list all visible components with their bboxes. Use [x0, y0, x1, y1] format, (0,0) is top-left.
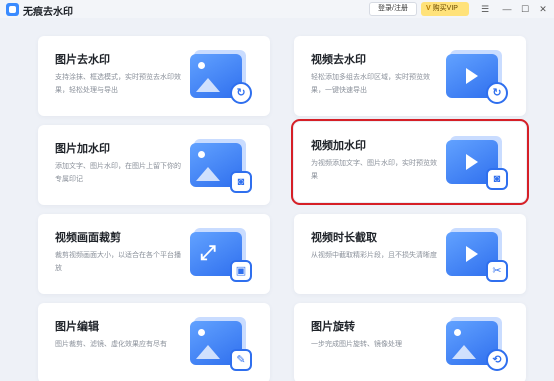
video-crop-icon: ⤢ ▣: [190, 224, 252, 282]
card-title: 视频去水印: [311, 54, 366, 66]
tool-card-video-crop[interactable]: 视频画面裁剪 裁剪视频画面大小，以适合在各个平台播放 ⤢ ▣: [38, 214, 270, 294]
maximize-icon[interactable]: ☐: [518, 2, 532, 16]
card-title: 图片去水印: [55, 54, 110, 66]
tool-card-image-edit[interactable]: 图片编辑 图片裁剪、滤镜、虚化效果应有尽有 ✎: [38, 303, 270, 381]
card-description: 图片裁剪、滤镜、虚化效果应有尽有: [55, 341, 167, 348]
card-title: 视频时长截取: [311, 232, 377, 244]
tool-card-image-add-watermark[interactable]: 图片加水印 添加文字、图片水印，在图片上留下你的专属印记 ◙: [38, 125, 270, 205]
image-remove-watermark-icon: ↻: [190, 46, 252, 104]
image-add-watermark-icon: ◙: [190, 135, 252, 193]
tool-card-image-rotate[interactable]: 图片旋转 一步完成图片旋转、镜像处理 ⟲: [294, 303, 526, 381]
close-icon[interactable]: ✕: [536, 2, 550, 16]
buy-vip-label: 购买VIP: [432, 5, 458, 12]
menu-icon[interactable]: ☰: [478, 2, 492, 16]
card-title: 图片旋转: [311, 321, 355, 333]
card-description: 裁剪视频画面大小，以适合在各个平台播放: [55, 252, 181, 272]
minimize-icon[interactable]: —: [500, 2, 514, 16]
card-description: 轻松添加多组去水印区域，实时预览效果，一键快速导出: [311, 74, 430, 94]
video-trim-icon: ✂: [446, 224, 508, 282]
title-bar: 无痕去水印 登录/注册 V 购买VIP ☰ — ☐ ✕: [0, 0, 554, 18]
video-add-watermark-icon: ◙: [446, 132, 508, 190]
card-description: 添加文字、图片水印，在图片上留下你的专属印记: [55, 163, 181, 183]
login-register-button[interactable]: 登录/注册: [369, 2, 417, 16]
vip-icon: V: [426, 5, 431, 12]
tool-card-video-remove-watermark[interactable]: 视频去水印 轻松添加多组去水印区域，实时预览效果，一键快速导出 ↻: [294, 36, 526, 116]
video-remove-watermark-icon: ↻: [446, 46, 508, 104]
card-title: 图片加水印: [55, 143, 110, 155]
card-description: 为视频添加文字、图片水印，实时预览效果: [311, 160, 437, 180]
card-description: 从视频中截取精彩片段，且不损失清晰度: [311, 252, 437, 259]
tool-card-video-trim[interactable]: 视频时长截取 从视频中截取精彩片段，且不损失清晰度 ✂: [294, 214, 526, 294]
card-title: 视频画面裁剪: [55, 232, 121, 244]
card-title: 图片编辑: [55, 321, 99, 333]
tool-card-video-add-watermark[interactable]: 视频加水印 为视频添加文字、图片水印，实时预览效果 ◙: [291, 119, 529, 205]
app-logo-icon: [6, 3, 19, 16]
image-rotate-icon: ⟲: [446, 313, 508, 371]
buy-vip-button[interactable]: V 购买VIP: [421, 2, 469, 16]
card-description: 支持涂抹、框选模式，实时预览去水印效果，轻松处理与导出: [55, 74, 181, 94]
image-edit-icon: ✎: [190, 313, 252, 371]
card-title: 视频加水印: [311, 140, 366, 152]
app-title: 无痕去水印: [23, 7, 73, 18]
card-description: 一步完成图片旋转、镜像处理: [311, 341, 402, 348]
tool-card-image-remove-watermark[interactable]: 图片去水印 支持涂抹、框选模式，实时预览去水印效果，轻松处理与导出 ↻: [38, 36, 270, 116]
